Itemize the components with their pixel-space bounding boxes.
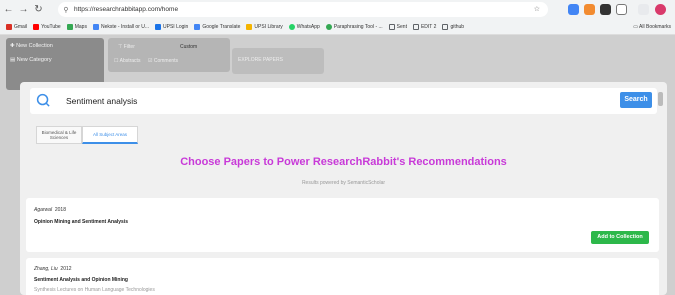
site-info-icon[interactable]: ⚲ bbox=[58, 6, 74, 14]
comments-checkbox[interactable]: ☑ Comments bbox=[148, 58, 178, 64]
paper-author: Agarwal bbox=[34, 207, 53, 213]
search-bar: Sentiment analysis bbox=[30, 88, 657, 114]
filter-label[interactable]: ⊤ Filter bbox=[118, 44, 135, 50]
paraphrasing-icon bbox=[325, 24, 332, 30]
result-card[interactable]: Agarwal 2018 Opinion Mining and Sentimen… bbox=[26, 198, 659, 252]
translate-icon bbox=[194, 24, 201, 30]
paper-meta: Agarwal 2018 bbox=[34, 207, 66, 213]
paper-year: 2018 bbox=[54, 207, 66, 213]
search-modal: Sentiment analysis Search Biomedical & L… bbox=[20, 82, 667, 295]
new-collection-item[interactable]: ✚ New Collection bbox=[10, 43, 53, 49]
folder-icon bbox=[388, 24, 395, 30]
bookmark-gmail[interactable]: Gmail bbox=[6, 24, 27, 30]
paper-title[interactable]: Sentiment Analysis and Opinion Mining bbox=[34, 277, 128, 283]
upsi-icon bbox=[155, 24, 162, 30]
folder-icon bbox=[412, 24, 419, 30]
bookmarks-bar: Gmail YouTube Maps Nekste - Install or U… bbox=[0, 20, 675, 35]
extension-icon[interactable] bbox=[584, 4, 595, 15]
paper-author: Zhang, Liu bbox=[34, 266, 58, 272]
search-input[interactable]: Sentiment analysis bbox=[66, 96, 137, 106]
extension-icon[interactable] bbox=[600, 4, 611, 15]
extension-icon[interactable] bbox=[568, 4, 579, 15]
gmail-icon bbox=[6, 24, 12, 30]
profile-avatar[interactable] bbox=[655, 4, 666, 15]
screen: ← → ↻ ⚲ https://researchrabbitapp.com/ho… bbox=[0, 0, 675, 295]
result-card[interactable]: Zhang, Liu 2012 Sentiment Analysis and O… bbox=[26, 258, 659, 295]
modal-heading: Choose Papers to Power ResearchRabbit's … bbox=[180, 156, 507, 168]
bookmark-sent[interactable]: Sent bbox=[388, 24, 407, 30]
filter-value[interactable]: Custom bbox=[180, 44, 197, 50]
new-category-item[interactable]: ▤ New Category bbox=[10, 57, 52, 63]
reload-icon[interactable]: ↻ bbox=[32, 3, 45, 17]
filter-panel: ⊤ Filter Custom ☐ Abstracts ☑ Comments bbox=[108, 38, 230, 72]
scrollbar[interactable] bbox=[658, 92, 663, 106]
url-text: https://researchrabbitapp.com/home bbox=[74, 6, 179, 13]
paper-venue: Synthesis Lectures on Human Language Tec… bbox=[34, 287, 155, 293]
maps-icon bbox=[66, 24, 73, 30]
search-icon bbox=[36, 93, 50, 107]
bookmark-upsi-library[interactable]: UPSI Library bbox=[246, 24, 283, 30]
paper-title[interactable]: Opinion Mining and Sentiment Analysis bbox=[34, 219, 128, 225]
bookmark-maps[interactable]: Maps bbox=[66, 24, 87, 30]
paper-year: 2012 bbox=[60, 266, 72, 272]
bookmark-github[interactable]: github bbox=[442, 24, 464, 30]
bookmark-paraphrasing[interactable]: Paraphrasing Tool - ... bbox=[325, 24, 383, 30]
bookmark-upsi-login[interactable]: UPSI Login bbox=[155, 24, 188, 30]
bookmark-star-icon[interactable]: ☆ bbox=[534, 5, 542, 13]
tab-biomedical[interactable]: Biomedical & Life Sciences bbox=[36, 126, 82, 144]
address-bar[interactable]: ⚲ https://researchrabbitapp.com/home ☆ bbox=[58, 2, 548, 17]
bookmark-google-translate[interactable]: Google Translate bbox=[194, 24, 240, 30]
extensions-puzzle-icon[interactable] bbox=[616, 4, 627, 15]
bookmark-youtube[interactable]: YouTube bbox=[33, 24, 61, 30]
all-bookmarks[interactable]: ▭ All Bookmarks bbox=[633, 24, 671, 30]
paper-meta: Zhang, Liu 2012 bbox=[34, 266, 72, 272]
bookmark-edit2[interactable]: EDIT 2 bbox=[412, 24, 436, 30]
subject-tabs: Biomedical & Life Sciences All Subject A… bbox=[36, 126, 138, 144]
abstracts-checkbox[interactable]: ☐ Abstracts bbox=[114, 58, 140, 64]
youtube-icon bbox=[33, 24, 40, 30]
menu-icon[interactable] bbox=[638, 4, 649, 15]
bookmark-whatsapp[interactable]: WhatsApp bbox=[288, 24, 320, 30]
browser-toolbar: ← → ↻ ⚲ https://researchrabbitapp.com/ho… bbox=[0, 0, 675, 20]
folder-icon bbox=[442, 24, 449, 30]
search-button[interactable]: Search bbox=[620, 92, 652, 108]
explore-papers-button[interactable]: EXPLORE PAPERS bbox=[232, 48, 324, 74]
library-icon bbox=[246, 24, 253, 30]
forward-icon[interactable]: → bbox=[17, 3, 30, 17]
powered-by-text: Results powered by SemanticScholar bbox=[301, 180, 386, 186]
whatsapp-icon bbox=[288, 24, 295, 30]
nekste-icon bbox=[92, 24, 99, 30]
back-icon[interactable]: ← bbox=[2, 3, 15, 17]
bookmark-nekste[interactable]: Nekste - Install or U... bbox=[92, 24, 149, 30]
add-to-collection-button[interactable]: Add to Collection bbox=[591, 231, 649, 244]
tab-all-subject-areas[interactable]: All Subject Areas bbox=[82, 126, 138, 144]
